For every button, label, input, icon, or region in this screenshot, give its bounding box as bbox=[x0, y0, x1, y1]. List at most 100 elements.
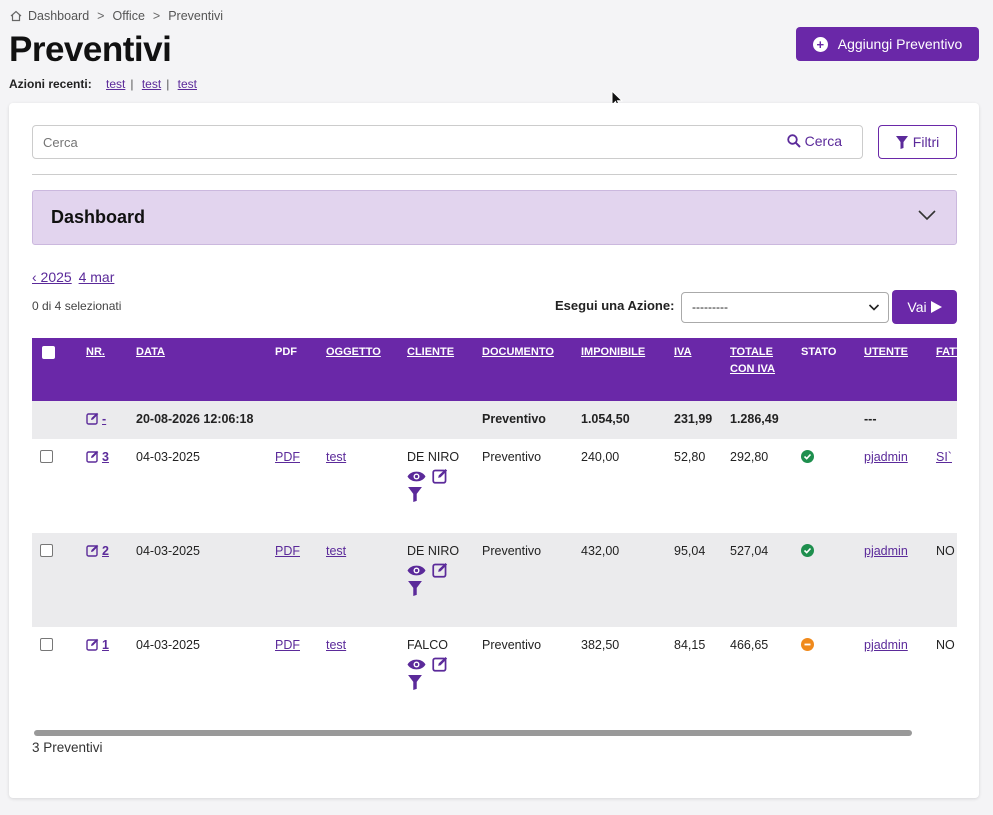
utente-link[interactable]: pjadmin bbox=[864, 544, 908, 558]
sort-imponibile-link[interactable]: IMPONIBILE bbox=[581, 346, 645, 358]
oggetto-link[interactable]: test bbox=[326, 638, 346, 652]
column-header-fatt[interactable]: FATT bbox=[932, 338, 957, 401]
action-select-value: --------- bbox=[692, 300, 728, 314]
go-button-label: Vai bbox=[907, 299, 927, 315]
table-cell: 04-03-2025 bbox=[132, 533, 271, 627]
select-all-checkbox[interactable] bbox=[42, 346, 55, 359]
breadcrumb-separator: > bbox=[97, 9, 105, 23]
column-header-data[interactable]: DATA bbox=[132, 338, 271, 401]
utente-link[interactable]: pjadmin bbox=[864, 450, 908, 464]
add-preventivo-button[interactable]: + Aggiungi Preventivo bbox=[796, 27, 979, 61]
row-checkbox[interactable] bbox=[40, 638, 53, 651]
edit-icon[interactable] bbox=[432, 468, 448, 484]
summary-nr-link[interactable]: - bbox=[102, 412, 106, 426]
sort-oggetto-link[interactable]: OGGETTO bbox=[326, 346, 381, 358]
dashboard-panel[interactable]: Dashboard bbox=[32, 190, 957, 245]
utente-link[interactable]: pjadmin bbox=[864, 638, 908, 652]
sort-fatt-link[interactable]: FATT bbox=[936, 346, 957, 358]
recent-action-link[interactable]: test bbox=[106, 77, 125, 91]
summary-row: - 20-08-2026 12:06:18 Preventivo 1.054,5… bbox=[32, 401, 957, 439]
chevron-down-icon[interactable] bbox=[918, 209, 936, 221]
preventivi-table: NR. DATA PDF OGGETTO CLIENTE DOCUMENTO I… bbox=[32, 338, 957, 721]
filter-icon[interactable] bbox=[407, 675, 423, 690]
edit-icon[interactable] bbox=[86, 544, 99, 557]
table-cell bbox=[797, 533, 860, 627]
row-nr-link[interactable]: 3 bbox=[102, 450, 109, 464]
status-pending-icon bbox=[801, 638, 814, 651]
action-select[interactable]: --------- bbox=[681, 292, 889, 323]
sort-utente-link[interactable]: UTENTE bbox=[864, 346, 908, 358]
oggetto-link[interactable]: test bbox=[326, 450, 346, 464]
recent-action-link[interactable]: test bbox=[142, 77, 161, 91]
oggetto-link[interactable]: test bbox=[326, 544, 346, 558]
edit-icon[interactable] bbox=[432, 656, 448, 672]
breadcrumb-office[interactable]: Office bbox=[112, 9, 144, 23]
row-nr-link[interactable]: 2 bbox=[102, 544, 109, 558]
table-cell: 231,99 bbox=[670, 401, 726, 439]
table-cell: 432,00 bbox=[577, 533, 670, 627]
edit-icon[interactable] bbox=[86, 638, 99, 651]
table-cell: 1.054,50 bbox=[577, 401, 670, 439]
breadcrumb: Dashboard > Office > Preventivi bbox=[10, 9, 223, 23]
search-box: Cerca bbox=[32, 125, 863, 159]
select-all-cell bbox=[32, 338, 82, 401]
column-header-imponibile[interactable]: IMPONIBILE bbox=[577, 338, 670, 401]
search-button[interactable]: Cerca bbox=[781, 132, 848, 150]
date-nav-day-link[interactable]: 4 mar bbox=[79, 269, 115, 285]
table-cell: 52,80 bbox=[670, 439, 726, 533]
column-header-nr[interactable]: NR. bbox=[82, 338, 132, 401]
table-cell: --- bbox=[860, 401, 932, 439]
cliente-name: DE NIRO bbox=[407, 544, 460, 558]
row-checkbox[interactable] bbox=[40, 544, 53, 557]
preventivi-table-wrapper: NR. DATA PDF OGGETTO CLIENTE DOCUMENTO I… bbox=[32, 338, 957, 723]
column-header-cliente[interactable]: CLIENTE bbox=[403, 338, 478, 401]
sort-data-link[interactable]: DATA bbox=[136, 346, 165, 358]
go-button[interactable]: Vai bbox=[892, 290, 957, 324]
horizontal-scrollbar[interactable] bbox=[34, 730, 912, 736]
eye-icon[interactable] bbox=[407, 564, 426, 577]
table-cell: NO bbox=[932, 627, 957, 721]
row-nr-link[interactable]: 1 bbox=[102, 638, 109, 652]
chevron-down-icon bbox=[868, 304, 880, 311]
breadcrumb-dashboard[interactable]: Dashboard bbox=[28, 9, 89, 23]
sort-iva-link[interactable]: IVA bbox=[674, 346, 692, 358]
sort-documento-link[interactable]: DOCUMENTO bbox=[482, 346, 554, 358]
pdf-link[interactable]: PDF bbox=[275, 638, 300, 652]
filter-icon[interactable] bbox=[407, 581, 423, 596]
dashboard-panel-title: Dashboard bbox=[51, 207, 146, 227]
fatt-link[interactable]: SI` bbox=[936, 450, 952, 464]
sort-totale-link[interactable]: TOTALE CON IVA bbox=[730, 346, 775, 375]
cliente-actions bbox=[407, 656, 474, 672]
recent-action-link[interactable]: test bbox=[178, 77, 197, 91]
pdf-link[interactable]: PDF bbox=[275, 450, 300, 464]
filters-button[interactable]: Filtri bbox=[878, 125, 957, 159]
sort-cliente-link[interactable]: CLIENTE bbox=[407, 346, 454, 358]
filter-icon bbox=[895, 135, 908, 149]
search-input[interactable] bbox=[41, 134, 741, 151]
column-header-oggetto[interactable]: OGGETTO bbox=[322, 338, 403, 401]
table-cell bbox=[797, 439, 860, 533]
column-header-utente[interactable]: UTENTE bbox=[860, 338, 932, 401]
filter-icon[interactable] bbox=[407, 487, 423, 502]
date-nav-year-link[interactable]: ‹ 2025 bbox=[32, 269, 72, 285]
table-cell: PDF bbox=[271, 533, 322, 627]
column-header-documento[interactable]: DOCUMENTO bbox=[478, 338, 577, 401]
table-cell: Preventivo bbox=[478, 439, 577, 533]
edit-icon[interactable] bbox=[86, 450, 99, 463]
eye-icon[interactable] bbox=[407, 658, 426, 671]
edit-icon[interactable] bbox=[86, 412, 99, 425]
recent-actions-label: Azioni recenti: bbox=[9, 77, 92, 91]
pdf-link[interactable]: PDF bbox=[275, 544, 300, 558]
edit-icon[interactable] bbox=[432, 562, 448, 578]
column-header-totale[interactable]: TOTALE CON IVA bbox=[726, 338, 797, 401]
sort-nr-link[interactable]: NR. bbox=[86, 346, 105, 358]
row-checkbox-cell bbox=[32, 533, 82, 627]
column-header-iva[interactable]: IVA bbox=[670, 338, 726, 401]
eye-icon[interactable] bbox=[407, 470, 426, 483]
divider bbox=[32, 174, 957, 175]
row-checkbox[interactable] bbox=[40, 450, 53, 463]
table-cell: DE NIRO bbox=[403, 533, 478, 627]
table-cell: Preventivo bbox=[478, 627, 577, 721]
table-cell: 20-08-2026 12:06:18 bbox=[132, 401, 271, 439]
home-icon bbox=[10, 10, 22, 22]
